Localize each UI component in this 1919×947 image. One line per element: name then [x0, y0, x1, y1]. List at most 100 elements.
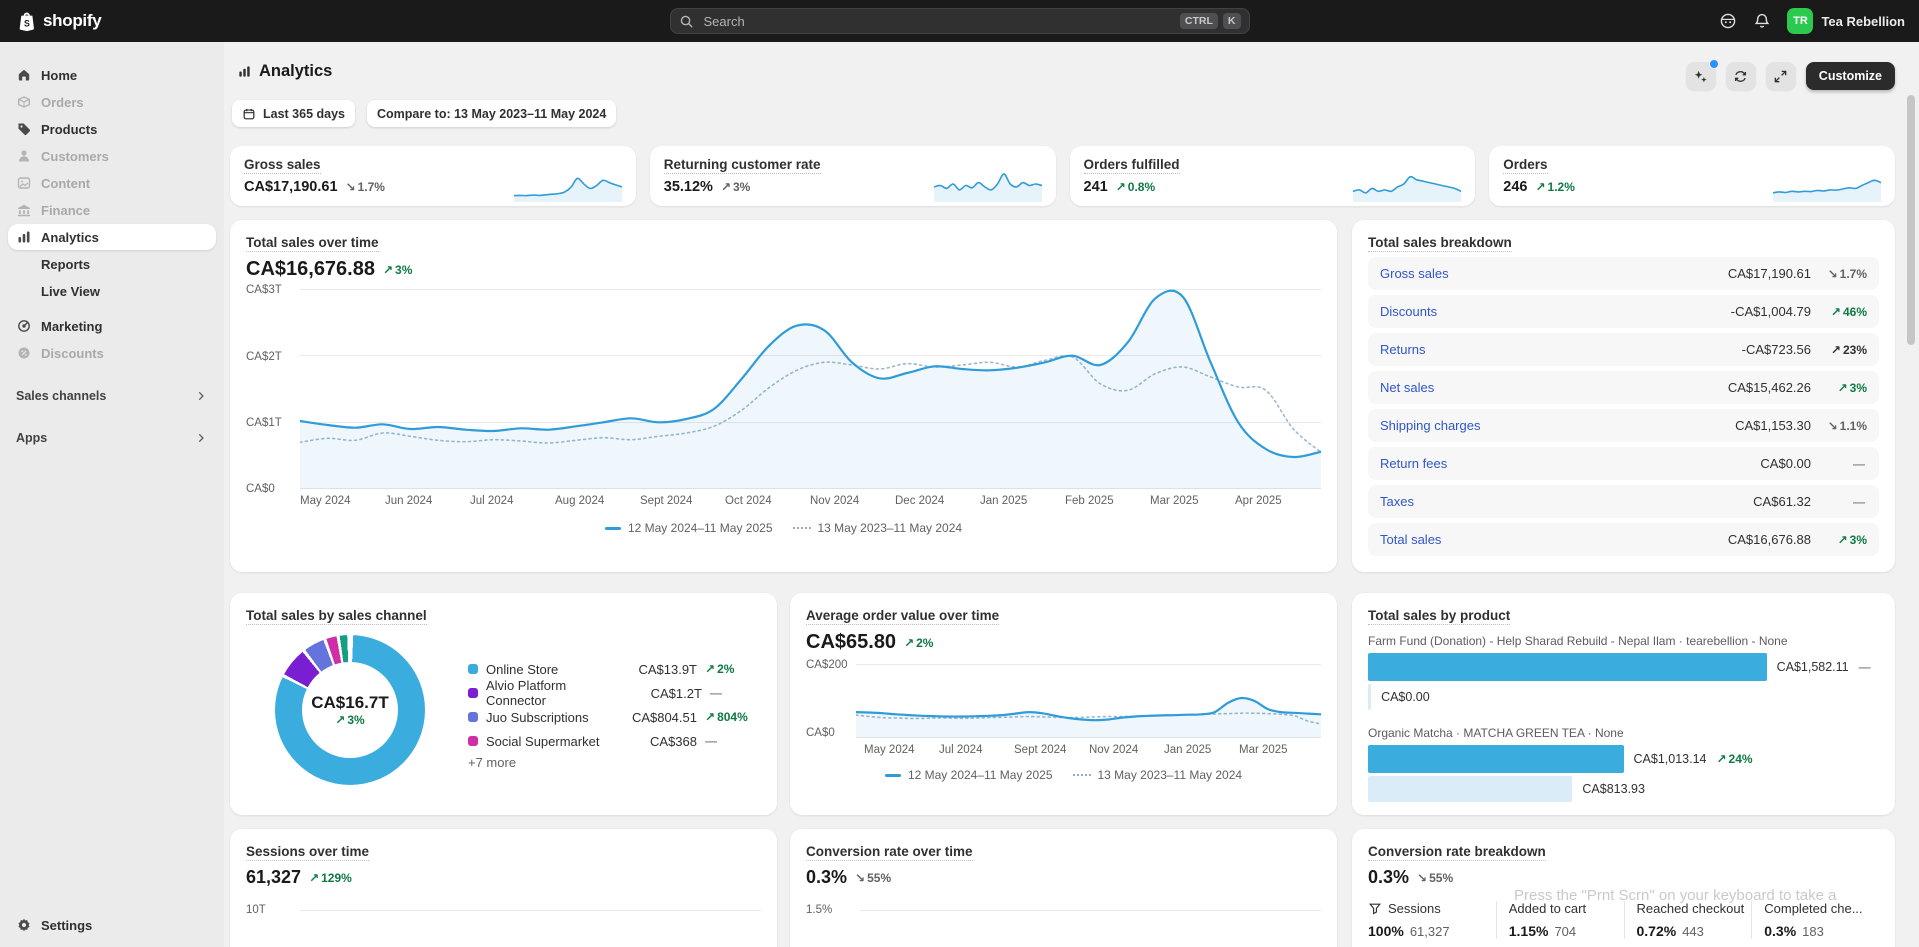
current-period-swatch — [885, 774, 901, 777]
breakdown-link[interactable]: Shipping charges — [1380, 418, 1480, 433]
search-icon — [679, 14, 694, 29]
product-change: ↗24% — [1716, 752, 1752, 766]
conversion-rate-card: Conversion rate over time 0.3% ↘55% 1.5% — [790, 829, 1337, 947]
trend-icon: ↗ — [904, 636, 914, 650]
trend-icon: — — [710, 686, 722, 700]
breakdown-link[interactable]: Total sales — [1380, 532, 1441, 547]
total-sales-breakdown-card: Total sales breakdown Gross sales CA$17,… — [1352, 220, 1895, 572]
sidebar-item-settings[interactable]: Settings — [8, 912, 216, 938]
refresh-button[interactable] — [1726, 62, 1756, 90]
scrollbar-thumb[interactable] — [1907, 95, 1915, 345]
breakdown-link[interactable]: Net sales — [1380, 380, 1434, 395]
insights-button[interactable] — [1686, 62, 1716, 90]
kpi-sparkline — [1773, 168, 1881, 202]
sidebar-item[interactable]: Reports — [8, 251, 216, 277]
total-sales-change: ↗3% — [383, 263, 412, 277]
trend-icon: ↗ — [1116, 180, 1126, 194]
fullscreen-button[interactable] — [1766, 62, 1796, 90]
product-bar-previous — [1368, 776, 1572, 802]
sidebar-item[interactable]: Live View — [8, 278, 216, 304]
notifications-icon[interactable] — [1753, 12, 1771, 30]
product-row: Organic Matcha · MATCHA GREEN TEA · None… — [1368, 726, 1879, 802]
sidebar-item[interactable]: Discounts — [8, 340, 216, 366]
y-axis-label: 1.5% — [806, 904, 860, 916]
sidebar-item[interactable]: Finance — [8, 197, 216, 223]
kbd-k: K — [1223, 13, 1241, 29]
kpi-card[interactable]: Gross sales CA$17,190.61 ↘1.7% — [230, 146, 636, 206]
x-axis-label: Feb 2025 — [1065, 495, 1150, 507]
page-title: Analytics — [259, 62, 332, 81]
conversion-breakdown-card: Conversion rate breakdown 0.3% ↘55% Pres… — [1352, 829, 1895, 947]
funnel-icon — [1368, 902, 1382, 916]
total-sales-value: CA$16,676.88 — [246, 258, 375, 281]
more-channels-link[interactable]: +7 more — [468, 755, 516, 770]
kpi-title: Gross sales — [244, 157, 321, 174]
kpi-card[interactable]: Returning customer rate 35.12% ↗3% — [650, 146, 1056, 206]
sidebar-item-label: Home — [41, 68, 77, 83]
top-bar: S shopify CTRL K TR Tea Rebellion — [0, 0, 1919, 42]
sidebar-item[interactable]: Content — [8, 170, 216, 196]
funnel-step: Reached checkout 0.72%443 — [1624, 901, 1752, 939]
kpi-card[interactable]: Orders fulfilled 241 ↗0.8% — [1070, 146, 1476, 206]
y-axis-label: CA$0 — [806, 727, 835, 739]
channel-label: Juo Subscriptions — [486, 710, 589, 725]
breakdown-link[interactable]: Gross sales — [1380, 266, 1449, 281]
trend-icon: ↗ — [1716, 752, 1726, 766]
sidebar-item[interactable]: Orders — [8, 89, 216, 115]
store-menu[interactable]: TR Tea Rebellion — [1787, 8, 1905, 34]
x-axis-label: Sept 2024 — [640, 495, 725, 507]
sidebar-item[interactable]: Analytics — [8, 224, 216, 250]
breakdown-link[interactable]: Discounts — [1380, 304, 1437, 319]
trend-icon: — — [1859, 660, 1871, 674]
trend-icon: ↗ — [1535, 180, 1545, 194]
product-label: Organic Matcha · MATCHA GREEN TEA · None — [1368, 726, 1879, 740]
breakdown-link[interactable]: Returns — [1380, 342, 1426, 357]
kpi-row: Gross sales CA$17,190.61 ↘1.7% Returning… — [230, 146, 1895, 206]
x-axis: May 2024Jun 2024Jul 2024Aug 2024Sept 202… — [300, 495, 1321, 507]
kpi-card[interactable]: Orders 246 ↗1.2% — [1489, 146, 1895, 206]
channel-change: — — [697, 734, 763, 748]
card-title: Sessions over time — [246, 844, 369, 861]
sidebar-item[interactable]: Home — [8, 62, 216, 88]
x-axis-label: Mar 2025 — [1239, 744, 1314, 756]
trend-icon: ↘ — [1828, 267, 1838, 281]
x-axis-label: Nov 2024 — [810, 495, 895, 507]
products-icon — [16, 121, 32, 137]
breakdown-link[interactable]: Return fees — [1380, 456, 1447, 471]
breakdown-change: ↘1.7% — [1811, 267, 1867, 281]
date-range-button[interactable]: Last 365 days — [232, 100, 355, 127]
kpi-value: 241 — [1084, 179, 1108, 195]
product-bar-previous — [1368, 684, 1371, 710]
sidebar-section[interactable]: Apps — [8, 426, 216, 450]
sidebar-item[interactable]: Customers — [8, 143, 216, 169]
kpi-change: ↗3% — [721, 180, 750, 194]
product-value-current: CA$1,582.11 — [1777, 660, 1849, 674]
breakdown-value: -CA$723.56 — [1742, 342, 1811, 357]
sidebar-section[interactable]: Sales channels — [8, 384, 216, 408]
trend-icon: ↗ — [1831, 305, 1841, 319]
x-axis-label: Apr 2025 — [1235, 495, 1320, 507]
discounts-icon — [16, 345, 32, 361]
search-input[interactable] — [702, 13, 1175, 30]
funnel-step-count: 183 — [1802, 924, 1824, 939]
breakdown-row: Shipping charges CA$1,153.30 ↘1.1% — [1368, 409, 1879, 442]
customize-button[interactable]: Customize — [1806, 62, 1895, 90]
sidebar-item-label: Products — [41, 122, 97, 137]
aov-chart: CA$200 CA$0 — [806, 664, 1321, 738]
trend-icon: ↘ — [1417, 871, 1427, 885]
sales-by-product-card: Total sales by product Farm Fund (Donati… — [1352, 593, 1895, 815]
card-title: Total sales over time — [246, 235, 379, 252]
channel-legend: Online Store CA$13.9T ↗2% Alvio Platform… — [468, 657, 763, 753]
card-title: Total sales breakdown — [1368, 235, 1512, 252]
sidebar-item-label: Marketing — [41, 319, 102, 334]
breakdown-link[interactable]: Taxes — [1380, 494, 1414, 509]
compare-range-button[interactable]: Compare to: 13 May 2023–11 May 2024 — [367, 100, 616, 127]
sidebar-item[interactable]: Products — [8, 116, 216, 142]
shopify-logo[interactable]: S shopify — [16, 10, 101, 33]
funnel-step-count: 704 — [1554, 924, 1576, 939]
trend-icon: ↗ — [705, 710, 715, 724]
global-search[interactable]: CTRL K — [670, 8, 1250, 34]
assistant-icon[interactable] — [1719, 12, 1737, 30]
sidebar-item[interactable]: Marketing — [8, 313, 216, 339]
trend-icon: ↗ — [1838, 381, 1848, 395]
